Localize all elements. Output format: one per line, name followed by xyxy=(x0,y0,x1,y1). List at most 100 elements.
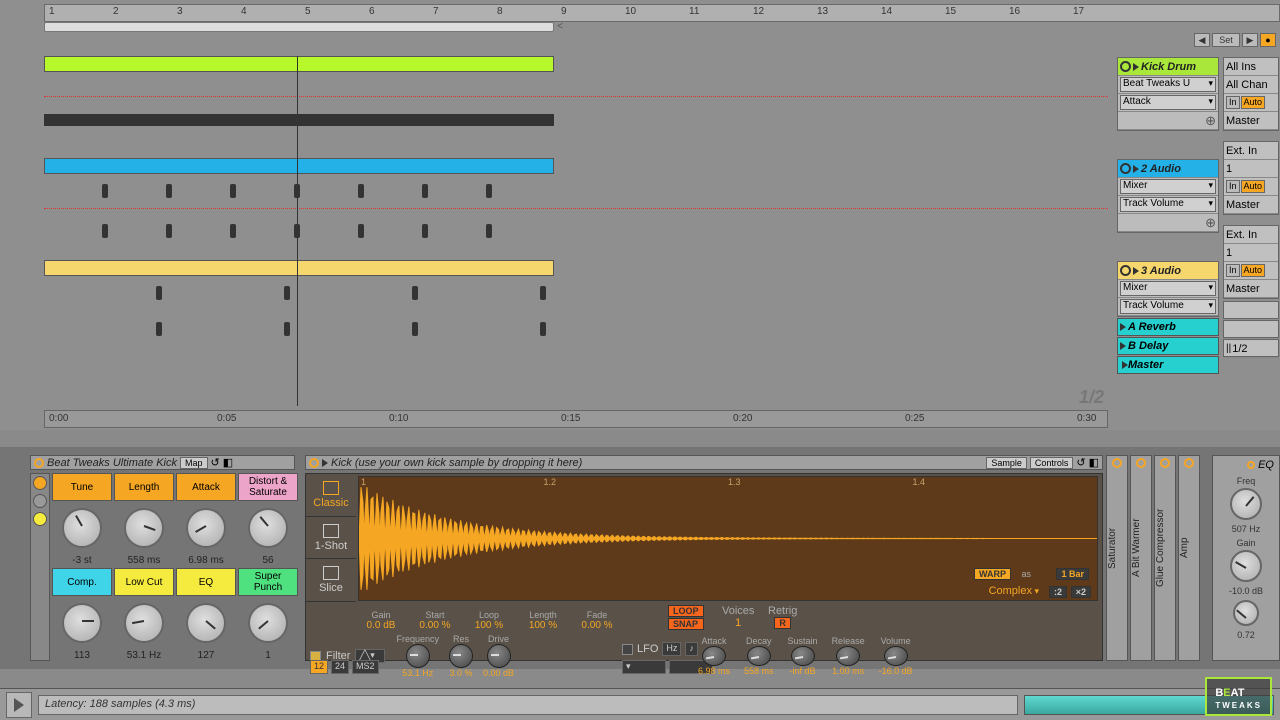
env-knob[interactable] xyxy=(747,646,771,666)
automation-line[interactable] xyxy=(44,208,1108,209)
record-arm-icon[interactable]: ● xyxy=(1260,33,1276,47)
back-button[interactable]: ◀ xyxy=(1194,33,1210,47)
channel-select[interactable]: All Chan xyxy=(1226,79,1268,91)
double-button[interactable]: ×2 xyxy=(1071,586,1091,598)
param-loop[interactable]: Loop100 % xyxy=(466,610,512,631)
rand-icon[interactable]: ↺ xyxy=(211,456,220,469)
waveform-display[interactable]: 1 1.2 1.3 1.4 WARP as 1 Bar Complex ▾ :2… xyxy=(358,476,1098,601)
forward-button[interactable]: ▶ xyxy=(1242,33,1258,47)
fold-icon[interactable] xyxy=(322,459,328,467)
audio-to[interactable]: Master xyxy=(1226,199,1260,211)
macro-knob[interactable] xyxy=(124,603,164,643)
track-activator-icon[interactable] xyxy=(1120,163,1131,174)
track-name[interactable]: Kick Drum xyxy=(1141,61,1196,73)
fold-icon[interactable] xyxy=(1120,323,1126,331)
monitor-auto[interactable]: Auto xyxy=(1241,264,1266,277)
bars-value[interactable]: 1 Bar xyxy=(1056,568,1089,580)
mode-classic[interactable]: Classic xyxy=(306,474,356,517)
return-a[interactable]: A Reverb xyxy=(1117,318,1219,336)
lfo-rate-mode[interactable]: Hz xyxy=(662,642,681,656)
audio-from[interactable]: All Ins xyxy=(1226,61,1256,73)
save-preset-icon[interactable]: ◧ xyxy=(223,456,233,469)
macro-knob[interactable] xyxy=(186,603,226,643)
env-knob[interactable] xyxy=(702,646,726,666)
macro-knob[interactable] xyxy=(248,603,288,643)
param-gain[interactable]: Gain0.0 dB xyxy=(358,610,404,631)
fold-icon[interactable] xyxy=(1133,63,1139,71)
loop-button[interactable]: LOOP xyxy=(668,605,704,617)
device-on-icon[interactable] xyxy=(1184,458,1194,468)
monitor-auto[interactable]: Auto xyxy=(1241,180,1266,193)
track-name[interactable]: 3 Audio xyxy=(1141,265,1181,277)
mode-slice[interactable]: Slice xyxy=(306,559,356,602)
mode-1shot[interactable]: 1-Shot xyxy=(306,517,356,560)
device-bitwarmer[interactable]: A Bit Warmer xyxy=(1130,455,1152,661)
filter-knob[interactable] xyxy=(449,644,473,668)
gain-knob[interactable] xyxy=(1230,550,1262,582)
master-out[interactable]: 1/2 xyxy=(1232,343,1247,355)
env-knob[interactable] xyxy=(791,646,815,666)
macro-knob[interactable] xyxy=(62,508,102,548)
device-glue[interactable]: Glue Compressor xyxy=(1154,455,1176,661)
set-button[interactable]: Set xyxy=(1212,33,1240,47)
midi-notes[interactable] xyxy=(44,114,554,126)
device-select[interactable]: Mixer xyxy=(1120,179,1216,194)
track-activator-icon[interactable] xyxy=(1120,61,1131,72)
master-track[interactable]: Master xyxy=(1117,356,1219,374)
monitor-in[interactable]: In xyxy=(1226,264,1240,277)
lfo-shape-select[interactable]: ▾ xyxy=(622,660,666,674)
track-activator-icon[interactable] xyxy=(1120,265,1131,276)
freq-knob[interactable] xyxy=(1230,488,1262,520)
clip-kick[interactable] xyxy=(44,56,554,72)
sample-tab[interactable]: Sample xyxy=(986,457,1027,469)
overview-scrub[interactable] xyxy=(44,22,554,32)
filter-knob[interactable] xyxy=(406,644,430,668)
track-2-lane[interactable] xyxy=(44,158,1108,258)
audio-to[interactable]: Master xyxy=(1226,283,1260,295)
add-lane-icon[interactable]: ⊕ xyxy=(1205,113,1216,129)
device-on-icon[interactable] xyxy=(309,458,319,468)
monitor-auto[interactable]: Auto xyxy=(1241,96,1266,109)
slope-24[interactable]: 24 xyxy=(331,660,349,674)
track-3-lane[interactable] xyxy=(44,260,1108,356)
fold-icon[interactable] xyxy=(1120,342,1126,350)
macro-show-icon[interactable] xyxy=(33,476,47,490)
device-amp[interactable]: Amp xyxy=(1178,455,1200,661)
filter-knob[interactable] xyxy=(487,644,511,668)
param-length[interactable]: Length100 % xyxy=(520,610,566,631)
device-on-icon[interactable] xyxy=(1136,458,1146,468)
hotswap-icon[interactable]: ↺ xyxy=(1076,456,1085,469)
macro-knob[interactable] xyxy=(124,508,164,548)
macro-knob[interactable] xyxy=(186,508,226,548)
device-select[interactable]: Beat Tweaks U xyxy=(1120,77,1216,92)
audio-to[interactable]: Master xyxy=(1226,115,1260,127)
devices-show-icon[interactable] xyxy=(33,512,47,526)
automation-line[interactable] xyxy=(44,96,1108,97)
track-header-2[interactable]: 2 Audio Mixer Track Volume ⊕ xyxy=(1117,159,1219,233)
channel-select[interactable]: 1 xyxy=(1226,163,1232,175)
playhead[interactable] xyxy=(297,56,298,406)
device-on-icon[interactable] xyxy=(1247,461,1255,469)
track-name[interactable]: 2 Audio xyxy=(1141,163,1181,175)
q-knob[interactable] xyxy=(1233,600,1259,626)
macro-knob[interactable] xyxy=(62,603,102,643)
param-select[interactable]: Track Volume xyxy=(1120,299,1216,314)
half-button[interactable]: :2 xyxy=(1049,586,1067,598)
param-select[interactable]: Attack xyxy=(1120,95,1216,110)
time-ruler[interactable]: 0:00 0:05 0:10 0:15 0:20 0:25 0:30 xyxy=(44,410,1108,428)
bar-ruler[interactable]: 1 2 3 4 5 6 7 8 9 10 11 12 13 14 15 16 1… xyxy=(44,4,1280,22)
param-start[interactable]: Start0.00 % xyxy=(412,610,458,631)
slope-12[interactable]: 12 xyxy=(310,660,328,674)
warp-button[interactable]: WARP xyxy=(974,568,1011,580)
macro-knob[interactable] xyxy=(248,508,288,548)
voices-value[interactable]: 1 xyxy=(735,617,741,629)
save-preset-icon[interactable]: ◧ xyxy=(1089,456,1099,469)
controls-tab[interactable]: Controls xyxy=(1030,457,1074,469)
clip-audio3[interactable] xyxy=(44,260,554,276)
track-header-3[interactable]: 3 Audio Mixer Track Volume xyxy=(1117,261,1219,317)
rack-title-bar[interactable]: Beat Tweaks Ultimate Kick Map ↺ ◧ xyxy=(30,455,295,470)
chain-show-icon[interactable] xyxy=(33,494,47,508)
channel-select[interactable]: 1 xyxy=(1226,247,1232,259)
monitor-in[interactable]: In xyxy=(1226,96,1240,109)
track-header-1[interactable]: Kick Drum Beat Tweaks U Attack ⊕ xyxy=(1117,57,1219,131)
